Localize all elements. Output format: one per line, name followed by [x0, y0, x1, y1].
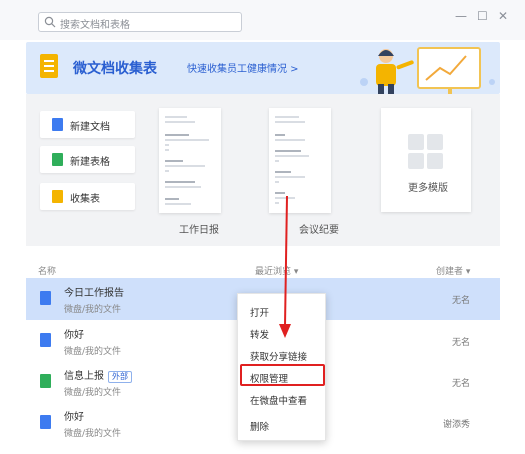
more-templates-label: 更多模版	[408, 183, 448, 194]
menu-item-forward[interactable]: 转发	[250, 327, 269, 341]
banner-title: 微文档收集表	[73, 61, 157, 77]
new-collect-form-label: 收集表	[70, 194, 100, 205]
title-bar: 搜索文档和表格 — ☐ ✕	[0, 0, 525, 40]
new-sheet-button[interactable]: 新建表格	[40, 146, 135, 173]
sheet-icon	[52, 153, 63, 166]
search-input[interactable]: 搜索文档和表格	[38, 12, 242, 32]
file-path: 微盘/我的文件	[64, 347, 122, 357]
file-name: 你好	[64, 330, 84, 341]
close-button[interactable]: ✕	[498, 9, 508, 23]
column-header-name[interactable]: 名称	[38, 264, 56, 277]
doc-icon	[40, 415, 51, 429]
column-header-creator[interactable]: 创建者 ▾	[436, 264, 470, 277]
file-path: 微盘/我的文件	[64, 305, 122, 315]
file-creator: 无名	[451, 379, 470, 389]
collect-form-banner[interactable]: 微文档收集表 快速收集员工健康情况 >	[26, 42, 500, 94]
search-placeholder: 搜索文档和表格	[60, 20, 130, 31]
permissions-highlight-box	[240, 364, 325, 386]
form-icon	[52, 190, 63, 203]
template-label-daily-report: 工作日报	[179, 225, 219, 236]
new-doc-label: 新建文档	[70, 122, 110, 133]
file-name: 你好	[64, 412, 84, 423]
file-path: 微盘/我的文件	[64, 388, 122, 398]
menu-item-view-in-drive[interactable]: 在微盘中查看	[250, 393, 307, 407]
file-name-with-tag: 信息上报 外部	[64, 367, 132, 383]
quick-create-panel: 新建文档 新建表格 收集表 工作日报 会议纪要 更多模版	[26, 94, 500, 246]
template-thumbnail-daily-report[interactable]	[159, 108, 221, 213]
external-tag: 外部	[108, 371, 132, 383]
file-creator: 无名	[451, 296, 470, 306]
doc-icon	[40, 291, 51, 305]
column-header-recent[interactable]: 最近浏览 ▾	[255, 264, 298, 277]
new-collect-form-button[interactable]: 收集表	[40, 183, 135, 210]
menu-item-share-link[interactable]: 获取分享链接	[250, 349, 307, 363]
new-sheet-label: 新建表格	[70, 157, 110, 168]
search-icon	[44, 16, 56, 28]
file-creator: 谢添秀	[442, 420, 470, 430]
banner-link[interactable]: 快速收集员工健康情况 >	[187, 60, 299, 75]
sheet-icon	[40, 374, 51, 388]
more-templates-card[interactable]: 更多模版	[381, 108, 471, 212]
doc-icon	[52, 118, 63, 131]
file-name: 今日工作报告	[64, 288, 124, 299]
file-path: 微盘/我的文件	[64, 429, 122, 439]
doc-icon	[40, 333, 51, 347]
file-creator: 无名	[451, 338, 470, 348]
template-thumbnail-meeting-minutes[interactable]	[269, 108, 331, 213]
minimize-button[interactable]: —	[455, 9, 467, 23]
menu-item-open[interactable]: 打开	[250, 305, 269, 319]
form-doc-icon	[40, 54, 58, 78]
file-name: 信息上报	[64, 371, 104, 382]
banner-illustration	[360, 47, 495, 94]
menu-item-delete[interactable]: 删除	[250, 419, 269, 433]
template-label-meeting-minutes: 会议纪要	[299, 225, 339, 236]
new-doc-button[interactable]: 新建文档	[40, 111, 135, 138]
maximize-button[interactable]: ☐	[477, 9, 488, 23]
